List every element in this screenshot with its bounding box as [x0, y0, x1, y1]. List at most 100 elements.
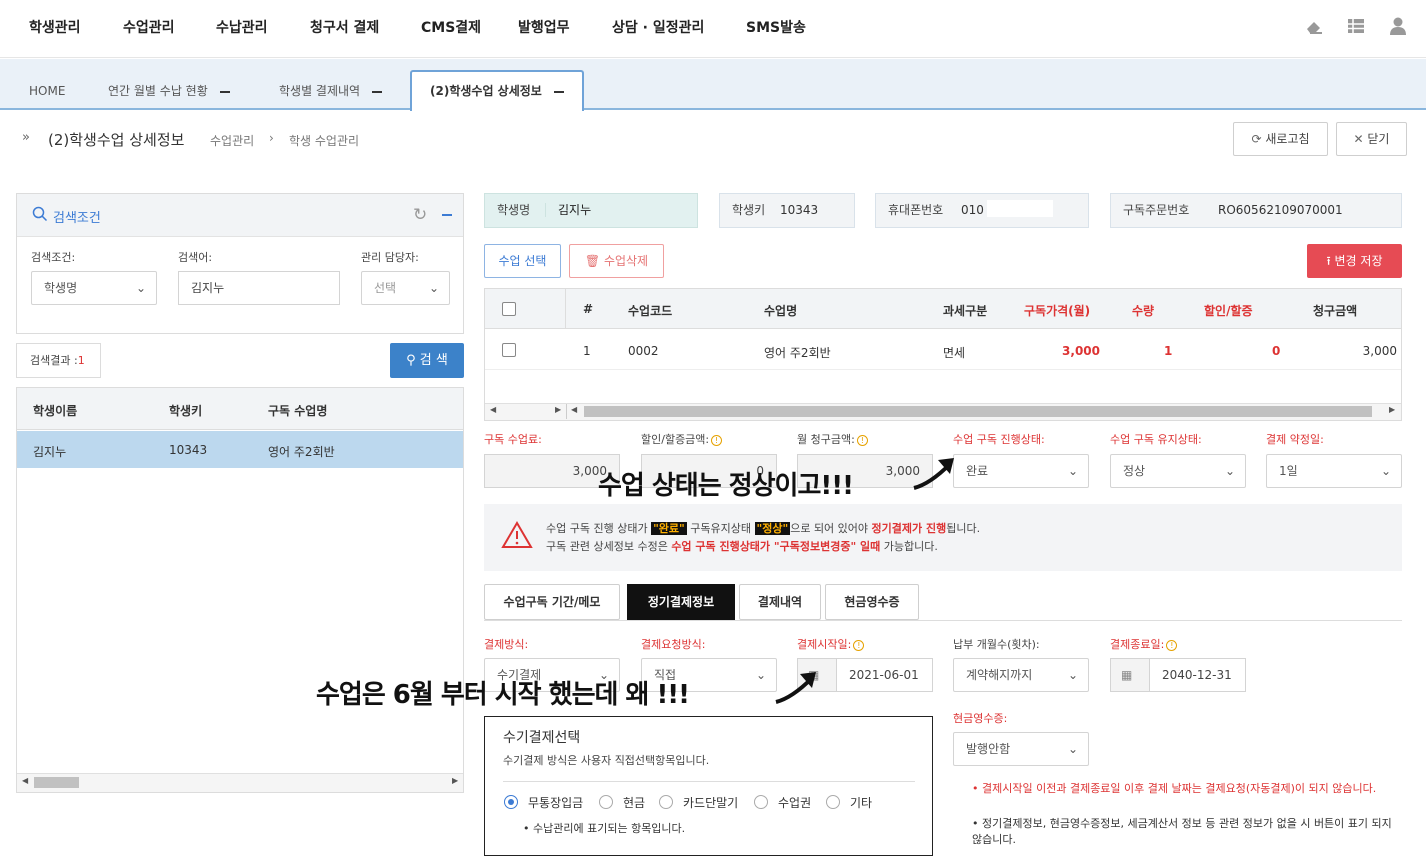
scroll-left-icon[interactable]: ◀: [22, 776, 28, 785]
select-all-checkbox[interactable]: [502, 302, 516, 316]
info-icon[interactable]: !: [853, 639, 865, 651]
breadcrumb-2[interactable]: 학생 수업관리: [289, 132, 359, 149]
scroll-left-icon[interactable]: ◀: [571, 405, 577, 414]
notice-text: 구독 관련 상세정보 수정은: [546, 540, 672, 553]
refresh-button[interactable]: ⟳ 새로고침: [1233, 122, 1328, 156]
notice-text: 으로 되어 있어야: [790, 522, 872, 535]
subtab-payment-history[interactable]: 결제내역: [739, 584, 821, 620]
calendar-icon[interactable]: ▦: [1110, 658, 1150, 692]
radio-other[interactable]: [826, 795, 840, 809]
notice-emphasis: 정기결제가 진행: [871, 522, 947, 535]
keep-status-label: 수업 구독 유지상태:: [1110, 433, 1202, 446]
search-icon: ⚲: [406, 353, 416, 368]
row-no: 1: [583, 344, 591, 358]
chevron-down-icon: ⌄: [428, 281, 439, 295]
close-tab-icon[interactable]: [372, 90, 383, 93]
col-monthly-price[interactable]: 구독가격(월): [1024, 302, 1090, 319]
subtab-cash-receipt[interactable]: 현금영수증: [825, 584, 919, 620]
end-date-input[interactable]: 2040-12-31: [1149, 658, 1246, 692]
payment-day-select[interactable]: 1일 ⌄: [1266, 454, 1402, 488]
col-tax[interactable]: 과세구분: [943, 302, 987, 319]
nav-issue[interactable]: 발행업무: [518, 17, 570, 37]
radio-voucher[interactable]: [754, 795, 768, 809]
tab-label: 연간 월별 수납 현황: [108, 84, 208, 98]
scroll-thumb[interactable]: [34, 777, 79, 788]
double-chevron-icon: »: [22, 130, 30, 145]
nav-cms[interactable]: CMS결제: [421, 17, 481, 37]
notice-text: 됩니다.: [946, 522, 981, 535]
col-student-key[interactable]: 학생키: [169, 402, 202, 419]
collapse-icon[interactable]: [442, 214, 452, 216]
col-class-code[interactable]: 수업코드: [628, 302, 672, 319]
col-discount[interactable]: 할인/할증: [1204, 302, 1253, 319]
col-student-name[interactable]: 학생이름: [33, 402, 77, 419]
close-button[interactable]: ✕ 닫기: [1336, 122, 1407, 156]
col-bill-amount[interactable]: 청구금액: [1313, 302, 1357, 319]
radio-cash[interactable]: [599, 795, 613, 809]
scroll-right-icon[interactable]: ▶: [555, 405, 561, 414]
breadcrumb-1[interactable]: 수업관리: [210, 132, 254, 149]
col-no[interactable]: #: [583, 302, 593, 316]
tab-class-detail[interactable]: (2)학생수업 상세정보: [410, 70, 584, 111]
row-student-key: 10343: [169, 443, 208, 457]
close-tab-icon[interactable]: [553, 90, 564, 93]
nav-sms[interactable]: SMS발송: [746, 17, 806, 37]
row-checkbox[interactable]: [502, 343, 516, 357]
nav-class[interactable]: 수업관리: [123, 17, 175, 37]
warning-icon: [501, 521, 533, 552]
scroll-right-icon[interactable]: ▶: [1389, 405, 1395, 414]
row-tax: 면세: [943, 346, 966, 360]
chevron-down-icon: ⌄: [1067, 668, 1078, 682]
user-icon[interactable]: [1387, 16, 1409, 38]
row-monthly-price: 3,000: [1062, 344, 1100, 358]
select-class-button[interactable]: 수업 선택: [484, 244, 561, 278]
subtab-period-memo[interactable]: 수업구독 기간/메모: [484, 584, 620, 620]
horizontal-scrollbar[interactable]: [17, 773, 463, 792]
chevron-down-icon: ⌄: [1224, 464, 1235, 478]
condition-select[interactable]: 학생명 ⌄: [31, 271, 157, 305]
info-icon[interactable]: !: [856, 434, 868, 446]
receipt-value: 발행안함: [966, 742, 1011, 756]
scroll-left-icon[interactable]: ◀: [490, 405, 496, 414]
col-class-title[interactable]: 수업명: [764, 302, 797, 319]
months-select[interactable]: 계약해지까지 ⌄: [953, 658, 1089, 692]
table-row[interactable]: [17, 431, 463, 468]
keep-status-select[interactable]: 정상 ⌄: [1110, 454, 1246, 488]
method-label: 결제방식:: [484, 638, 529, 651]
nav-consult[interactable]: 상담 · 일정관리: [612, 17, 704, 37]
close-tab-icon[interactable]: [219, 90, 230, 93]
info-icon[interactable]: !: [1166, 639, 1178, 651]
subtab-recurring-payment[interactable]: 정기결제정보: [627, 584, 735, 620]
radio-card-terminal[interactable]: [659, 795, 673, 809]
grid-icon[interactable]: [1345, 16, 1367, 38]
note-2-text: 정기결제정보, 현금영수증정보, 세금계산서 정보 등 관련 정보가 없을 시 …: [972, 817, 1392, 846]
refresh-icon: ⟳: [1251, 132, 1262, 146]
radio-bank-transfer[interactable]: [504, 795, 518, 809]
eraser-icon[interactable]: [1303, 16, 1325, 38]
keyword-input[interactable]: 김지누: [178, 271, 340, 305]
nav-invoice[interactable]: 청구서 결제: [310, 17, 379, 37]
tab-student-payments[interactable]: 학생별 결제내역: [279, 74, 383, 110]
info-icon[interactable]: !: [711, 434, 723, 446]
scroll-right-icon[interactable]: ▶: [452, 776, 458, 785]
col-class-name[interactable]: 구독 수업명: [268, 402, 327, 419]
receipt-select[interactable]: 발행안함 ⌄: [953, 732, 1089, 766]
result-count: 1: [77, 354, 85, 367]
scroll-thumb[interactable]: [584, 406, 1372, 417]
reset-icon[interactable]: ↻: [413, 205, 427, 225]
keep-status-value: 정상: [1123, 464, 1146, 478]
delete-class-button[interactable]: 🗑 수업삭제: [569, 244, 664, 278]
status-select[interactable]: 완료 ⌄: [953, 454, 1089, 488]
tab-home[interactable]: HOME: [29, 74, 65, 110]
search-button[interactable]: ⚲ 검 색: [390, 343, 464, 378]
manager-select[interactable]: 선택 ⌄: [361, 271, 450, 305]
chevron-down-icon: ⌄: [755, 668, 766, 682]
nav-student[interactable]: 학생관리: [29, 17, 81, 37]
row-class-name: 영어 주2회반: [268, 445, 335, 459]
tab-annual[interactable]: 연간 월별 수납 현황: [108, 74, 230, 110]
col-quantity[interactable]: 수량: [1132, 302, 1154, 319]
order-box: 구독주문번호 RO60562109070001: [1110, 193, 1402, 228]
save-changes-button[interactable]: ⭱ 변경 저장: [1307, 244, 1402, 278]
nav-payment[interactable]: 수납관리: [216, 17, 268, 37]
start-date-input[interactable]: 2021-06-01: [836, 658, 933, 692]
